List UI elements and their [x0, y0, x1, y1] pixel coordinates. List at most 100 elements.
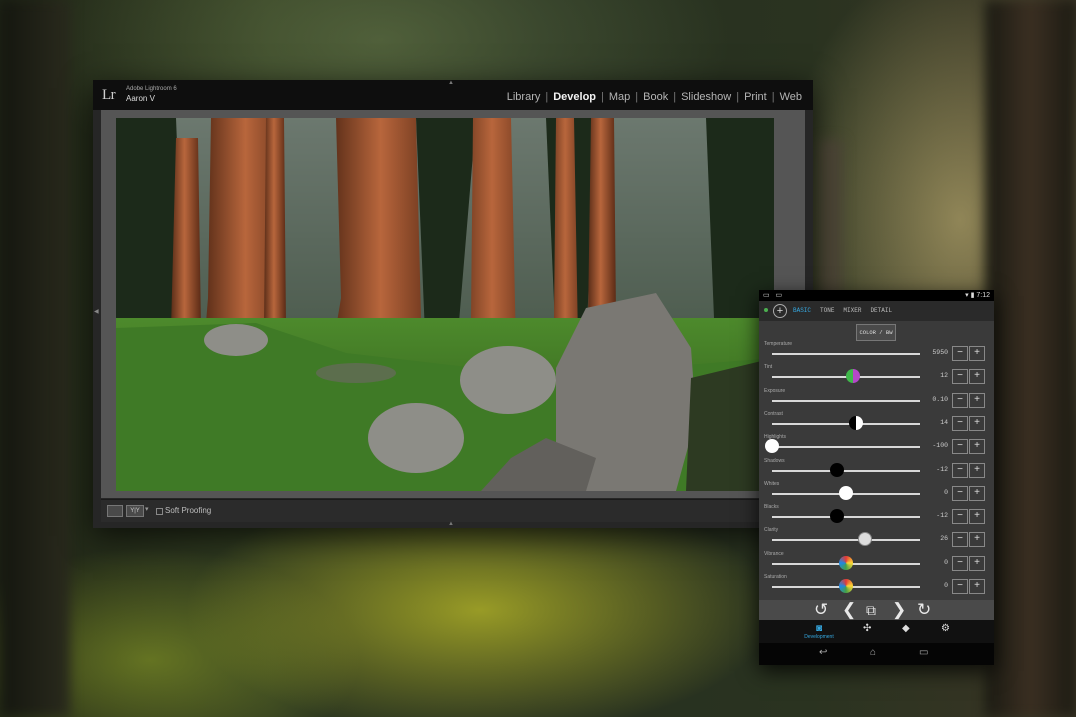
blacks-slider-handle[interactable] [830, 509, 845, 524]
highlights-slider-track[interactable] [772, 446, 920, 449]
add-icon[interactable]: + [773, 304, 787, 318]
blacks-label: Blacks [764, 504, 779, 511]
vibrance-decrement-button[interactable]: − [952, 555, 968, 571]
color-bw-toggle[interactable]: COLOR / BW [856, 324, 896, 341]
vibrance-label: Vibrance [764, 550, 784, 557]
shadows-slider-handle[interactable] [830, 462, 845, 477]
bottom-panel-toggle-icon[interactable]: ▲ [448, 521, 454, 527]
soft-proofing-checkbox[interactable] [156, 508, 163, 515]
whites-increment-button[interactable]: + [969, 485, 985, 501]
nav-presets[interactable]: ✣ [863, 623, 871, 634]
shadows-decrement-button[interactable]: − [952, 462, 968, 478]
tint-decrement-button[interactable]: − [952, 369, 968, 385]
clarity-label: Clarity [764, 527, 779, 534]
loupe-view-button[interactable] [107, 505, 123, 517]
blacks-decrement-button[interactable]: − [952, 509, 968, 525]
home-icon[interactable]: ⌂ [870, 647, 876, 658]
tint-label: Tint [764, 364, 773, 371]
highlights-decrement-button[interactable]: − [952, 439, 968, 455]
background-tree-left [0, 0, 70, 717]
module-book[interactable]: Book [638, 91, 673, 103]
module-web[interactable]: Web [775, 91, 807, 103]
nav-library[interactable]: ◆ [902, 623, 910, 634]
exposure-slider-handle[interactable] [840, 393, 854, 407]
notification-icons: ▭ ▭ [763, 292, 785, 299]
exposure-label: Exposure [764, 387, 786, 394]
slider-row-blacks: Blacks -12− + [759, 504, 994, 527]
contrast-slider-track[interactable] [772, 422, 920, 425]
forest-photo [116, 118, 774, 491]
tint-slider-handle[interactable] [846, 369, 861, 384]
vibrance-slider-handle[interactable] [839, 555, 853, 570]
slider-row-vibrance: Vibrance 0− + [759, 551, 994, 574]
saturation-decrement-button[interactable]: − [952, 579, 968, 594]
back-icon[interactable]: ↩ [819, 647, 827, 658]
clarity-slider-track[interactable] [772, 539, 920, 542]
tab-mixer[interactable]: MIXER [843, 307, 861, 314]
status-bar: ▭ ▭ ▾ ▮ 7:12 [759, 290, 994, 301]
module-library[interactable]: Library [502, 91, 546, 103]
redo-icon[interactable]: ↻ [917, 600, 931, 620]
tint-increment-button[interactable]: + [969, 369, 985, 385]
recents-icon[interactable]: ▭ [919, 647, 928, 658]
soft-proofing-label: Soft Proofing [165, 506, 212, 515]
module-print[interactable]: Print [739, 91, 772, 103]
shadows-slider-track[interactable] [772, 469, 920, 472]
lightroom-header: Lr Adobe Lightroom 6 Aaron V ▲ Library | … [93, 80, 813, 110]
temperature-slider-handle[interactable] [833, 346, 847, 360]
bottom-navigation: ◙ Development ✣ ◆ ⚙ [759, 620, 994, 643]
app-name: Adobe Lightroom 6 [126, 86, 177, 92]
highlights-slider-handle[interactable] [765, 439, 779, 454]
shadows-label: Shadows [764, 457, 785, 464]
blacks-slider-track[interactable] [772, 516, 920, 519]
reset-icon[interactable]: ↺ [814, 600, 828, 620]
cube-icon: ◆ [902, 623, 910, 634]
tab-tone[interactable]: TONE [820, 307, 834, 314]
contrast-increment-button[interactable]: + [969, 415, 985, 431]
temperature-decrement-button[interactable]: − [952, 346, 968, 361]
top-panel-toggle-icon[interactable]: ▲ [448, 80, 454, 86]
before-after-button[interactable]: Y|Y [126, 505, 144, 517]
presets-icon: ✣ [863, 623, 872, 634]
clarity-slider-handle[interactable] [858, 532, 873, 547]
slider-row-temperature: Temperature 5950− + [759, 341, 994, 364]
copy-settings-icon[interactable]: ⧉ [866, 600, 876, 620]
chevron-down-icon[interactable]: ▾ [145, 505, 149, 513]
tab-basic[interactable]: BASIC [793, 307, 811, 314]
blacks-increment-button[interactable]: + [969, 509, 985, 525]
contrast-slider-handle[interactable] [849, 415, 864, 430]
whites-decrement-button[interactable]: − [952, 485, 968, 501]
tab-detail[interactable]: DETAIL [870, 307, 892, 314]
vibrance-increment-button[interactable]: + [969, 555, 985, 571]
saturation-label: Saturation [764, 574, 787, 580]
temperature-increment-button[interactable]: + [969, 346, 985, 361]
clarity-decrement-button[interactable]: − [952, 532, 968, 548]
tint-value: 12 [940, 372, 948, 380]
module-map[interactable]: Map [604, 91, 635, 103]
saturation-slider-handle[interactable] [839, 579, 853, 593]
module-develop[interactable]: Develop [548, 91, 601, 103]
exposure-increment-button[interactable]: + [969, 392, 985, 408]
clarity-increment-button[interactable]: + [969, 532, 985, 548]
photo-preview[interactable] [116, 118, 774, 491]
highlights-increment-button[interactable]: + [969, 439, 985, 455]
action-bar: ↺ ❮ ⧉ ❯ ↻ [759, 600, 994, 620]
contrast-decrement-button[interactable]: − [952, 415, 968, 431]
exposure-value: 0.10 [932, 395, 948, 403]
exposure-decrement-button[interactable]: − [952, 392, 968, 408]
slider-row-whites: Whites 0− + [759, 481, 994, 504]
slider-row-clarity: Clarity 26− + [759, 527, 994, 550]
whites-slider-handle[interactable] [839, 485, 853, 500]
previous-icon[interactable]: ❮ [842, 600, 856, 620]
shadows-increment-button[interactable]: + [969, 462, 985, 478]
clarity-value: 26 [940, 535, 948, 543]
next-icon[interactable]: ❯ [892, 600, 906, 620]
nav-development[interactable]: ◙ Development [797, 623, 841, 640]
nav-settings[interactable]: ⚙ [941, 623, 950, 634]
system-navigation: ↩ ⌂ ▭ [759, 643, 994, 665]
slider-row-exposure: Exposure 0.10− + [759, 388, 994, 411]
left-panel-toggle-icon[interactable]: ◀ [94, 308, 99, 315]
module-slideshow[interactable]: Slideshow [676, 91, 736, 103]
saturation-increment-button[interactable]: + [969, 579, 985, 594]
blacks-value: -12 [936, 512, 948, 520]
